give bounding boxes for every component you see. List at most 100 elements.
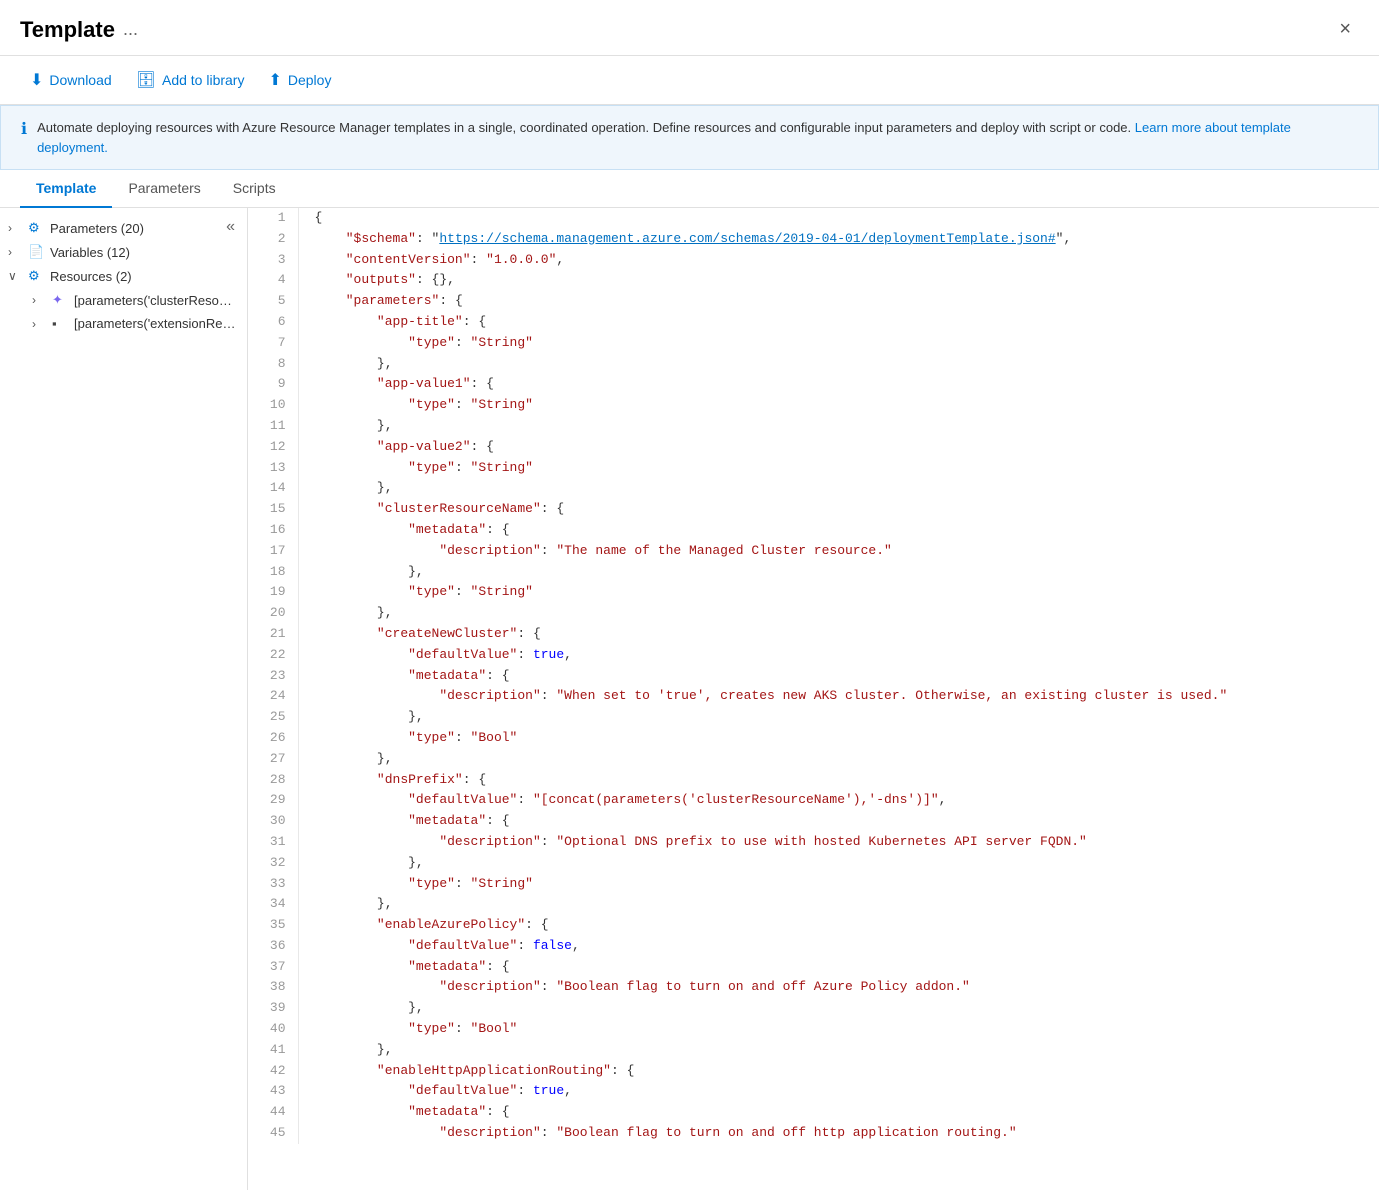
code-line: 18 }, bbox=[248, 562, 1379, 583]
line-code: "description": "Optional DNS prefix to u… bbox=[298, 832, 1379, 853]
line-code: }, bbox=[298, 894, 1379, 915]
code-line: 41 }, bbox=[248, 1040, 1379, 1061]
line-code: }, bbox=[298, 749, 1379, 770]
tab-template[interactable]: Template bbox=[20, 170, 112, 208]
code-line: 45 "description": "Boolean flag to turn … bbox=[248, 1123, 1379, 1144]
code-line: 37 "metadata": { bbox=[248, 957, 1379, 978]
tab-scripts[interactable]: Scripts bbox=[217, 170, 292, 208]
code-line: 35 "enableAzurePolicy": { bbox=[248, 915, 1379, 936]
tab-parameters[interactable]: Parameters bbox=[112, 170, 216, 208]
line-number: 38 bbox=[248, 977, 298, 998]
line-number: 36 bbox=[248, 936, 298, 957]
tabs-bar: Template Parameters Scripts bbox=[0, 170, 1379, 208]
kubernetes-icon: ▪ bbox=[52, 316, 70, 331]
code-line: 38 "description": "Boolean flag to turn … bbox=[248, 977, 1379, 998]
info-banner-text: Automate deploying resources with Azure … bbox=[37, 118, 1358, 157]
sidebar-item-kubernetes[interactable]: › ▪ [parameters('extensionResourceNa… (M… bbox=[0, 312, 247, 335]
line-number: 35 bbox=[248, 915, 298, 936]
code-line: 27 }, bbox=[248, 749, 1379, 770]
code-line: 34 }, bbox=[248, 894, 1379, 915]
add-to-library-label: Add to library bbox=[162, 72, 244, 88]
line-number: 33 bbox=[248, 874, 298, 895]
line-number: 8 bbox=[248, 354, 298, 375]
line-code: }, bbox=[298, 354, 1379, 375]
chevron-right-icon: › bbox=[8, 221, 24, 235]
line-code: "type": "String" bbox=[298, 874, 1379, 895]
code-line: 22 "defaultValue": true, bbox=[248, 645, 1379, 666]
line-number: 20 bbox=[248, 603, 298, 624]
main-content: « › ⚙ Parameters (20) › 📄 Variables (12)… bbox=[0, 208, 1379, 1190]
line-number: 25 bbox=[248, 707, 298, 728]
line-number: 41 bbox=[248, 1040, 298, 1061]
code-line: 40 "type": "Bool" bbox=[248, 1019, 1379, 1040]
line-number: 14 bbox=[248, 478, 298, 499]
code-line: 29 "defaultValue": "[concat(parameters('… bbox=[248, 790, 1379, 811]
more-options-dots[interactable]: ... bbox=[123, 19, 138, 40]
line-code: "parameters": { bbox=[298, 291, 1379, 312]
line-code: { bbox=[298, 208, 1379, 229]
code-line: 30 "metadata": { bbox=[248, 811, 1379, 832]
code-line: 4 "outputs": {}, bbox=[248, 270, 1379, 291]
line-code: "type": "String" bbox=[298, 333, 1379, 354]
code-line: 8 }, bbox=[248, 354, 1379, 375]
collapse-sidebar-button[interactable]: « bbox=[222, 216, 239, 238]
line-number: 45 bbox=[248, 1123, 298, 1144]
chevron-down-icon: ∨ bbox=[8, 269, 24, 283]
line-number: 21 bbox=[248, 624, 298, 645]
line-number: 24 bbox=[248, 686, 298, 707]
download-button[interactable]: ⬇ Download bbox=[20, 64, 122, 96]
code-line: 16 "metadata": { bbox=[248, 520, 1379, 541]
add-to-library-button[interactable]: 🗄 Add to library bbox=[126, 64, 255, 96]
code-line: 15 "clusterResourceName": { bbox=[248, 499, 1379, 520]
variables-label: Variables (12) bbox=[50, 245, 239, 260]
code-line: 9 "app-value1": { bbox=[248, 374, 1379, 395]
sidebar-item-container-service[interactable]: › ✦ [parameters('clusterResourceNam… (Mi… bbox=[0, 288, 247, 312]
line-code: "type": "Bool" bbox=[298, 728, 1379, 749]
line-code: "defaultValue": true, bbox=[298, 1081, 1379, 1102]
line-code: "contentVersion": "1.0.0.0", bbox=[298, 250, 1379, 271]
line-code: }, bbox=[298, 478, 1379, 499]
sidebar-item-parameters[interactable]: › ⚙ Parameters (20) bbox=[0, 216, 247, 240]
code-line: 7 "type": "String" bbox=[248, 333, 1379, 354]
line-number: 11 bbox=[248, 416, 298, 437]
close-button[interactable]: × bbox=[1331, 14, 1359, 45]
code-line: 28 "dnsPrefix": { bbox=[248, 770, 1379, 791]
sidebar-item-variables[interactable]: › 📄 Variables (12) bbox=[0, 240, 247, 264]
line-number: 19 bbox=[248, 582, 298, 603]
code-editor[interactable]: 1{2 "$schema": "https://schema.managemen… bbox=[248, 208, 1379, 1190]
line-code: "enableHttpApplicationRouting": { bbox=[298, 1061, 1379, 1082]
line-code: "description": "Boolean flag to turn on … bbox=[298, 1123, 1379, 1144]
deploy-button[interactable]: ⬆ Deploy bbox=[258, 64, 341, 96]
header: Template ... × bbox=[0, 0, 1379, 56]
resources-label: Resources (2) bbox=[50, 269, 239, 284]
sidebar-item-resources[interactable]: ∨ ⚙ Resources (2) bbox=[0, 264, 247, 288]
line-code: "description": "The name of the Managed … bbox=[298, 541, 1379, 562]
line-number: 9 bbox=[248, 374, 298, 395]
deploy-icon: ⬆ bbox=[268, 70, 281, 90]
line-number: 39 bbox=[248, 998, 298, 1019]
line-code: }, bbox=[298, 1040, 1379, 1061]
line-number: 1 bbox=[248, 208, 298, 229]
params-icon: ⚙ bbox=[28, 220, 46, 236]
line-code: "createNewCluster": { bbox=[298, 624, 1379, 645]
code-line: 43 "defaultValue": true, bbox=[248, 1081, 1379, 1102]
line-number: 30 bbox=[248, 811, 298, 832]
code-line: 26 "type": "Bool" bbox=[248, 728, 1379, 749]
code-line: 17 "description": "The name of the Manag… bbox=[248, 541, 1379, 562]
line-number: 27 bbox=[248, 749, 298, 770]
code-line: 25 }, bbox=[248, 707, 1379, 728]
line-code: }, bbox=[298, 853, 1379, 874]
line-number: 4 bbox=[248, 270, 298, 291]
vars-icon: 📄 bbox=[28, 244, 46, 260]
info-banner: ℹ Automate deploying resources with Azur… bbox=[0, 105, 1379, 170]
code-line: 13 "type": "String" bbox=[248, 458, 1379, 479]
chevron-right-icon: › bbox=[8, 245, 24, 259]
line-code: }, bbox=[298, 998, 1379, 1019]
code-line: 31 "description": "Optional DNS prefix t… bbox=[248, 832, 1379, 853]
download-label: Download bbox=[49, 72, 111, 88]
container-service-icon: ✦ bbox=[52, 292, 70, 308]
chevron-right-icon: › bbox=[32, 293, 48, 307]
line-number: 42 bbox=[248, 1061, 298, 1082]
parameters-label: Parameters (20) bbox=[50, 221, 239, 236]
line-number: 13 bbox=[248, 458, 298, 479]
